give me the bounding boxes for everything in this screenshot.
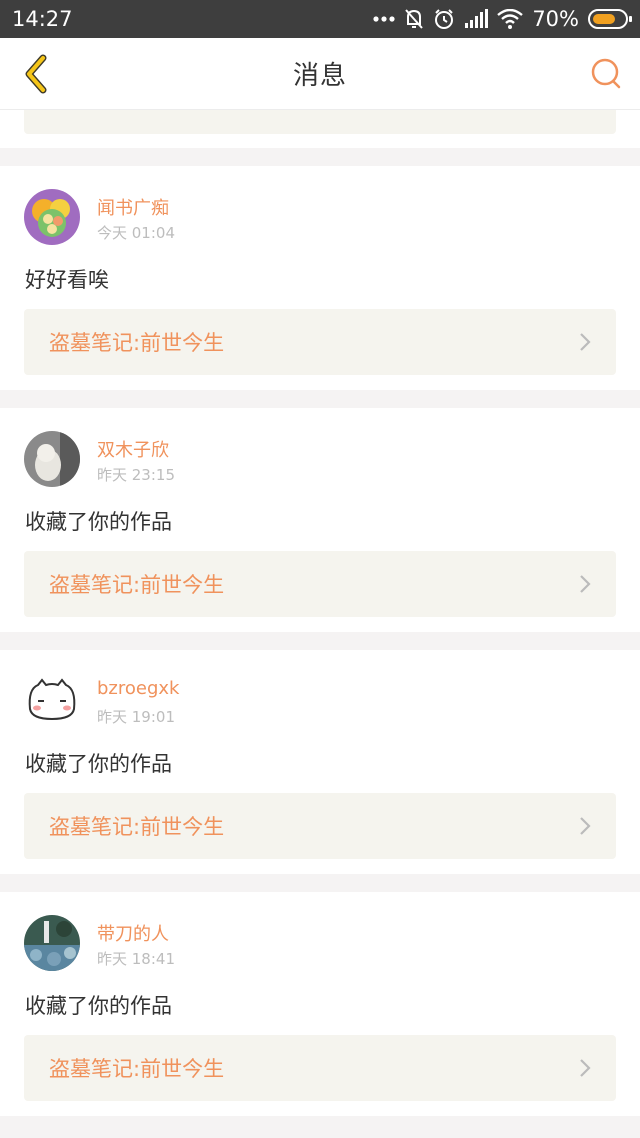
message-list[interactable]: 闻书广痴 今天 01:04 好好看唉 盗墓笔记:前世今生 双木子欣 昨天 23:… <box>0 110 640 1138</box>
battery-icon <box>588 9 632 29</box>
avatar[interactable] <box>24 189 80 245</box>
message-card: 双木子欣 昨天 23:15 收藏了你的作品 盗墓笔记:前世今生 <box>0 408 640 632</box>
username[interactable]: 双木子欣 <box>97 436 169 462</box>
status-icons: 70% <box>373 7 632 31</box>
message-text: 收藏了你的作品 <box>25 994 172 1018</box>
avatar[interactable] <box>24 673 80 729</box>
work-link[interactable]: 盗墓笔记:前世今生 <box>24 1035 616 1101</box>
message-card: 带刀的人 昨天 18:41 收藏了你的作品 盗墓笔记:前世今生 <box>0 892 640 1116</box>
username[interactable]: bzroegxk <box>97 678 179 699</box>
search-icon <box>591 58 621 89</box>
chevron-right-icon <box>580 333 591 351</box>
nav-bar: 消息 <box>0 38 640 110</box>
avatar[interactable] <box>24 915 80 971</box>
alarm-icon <box>433 8 455 30</box>
back-button[interactable] <box>14 52 58 96</box>
signal-icon <box>464 9 489 29</box>
status-time: 14:27 <box>12 7 73 31</box>
message-text: 好好看唉 <box>25 268 109 292</box>
work-title: 盗墓笔记:前世今生 <box>49 815 225 839</box>
message-text: 收藏了你的作品 <box>25 510 172 534</box>
message-time: 昨天 18:41 <box>97 950 175 968</box>
work-link[interactable]: 盗墓笔记:前世今生 <box>24 551 616 617</box>
message-card: 闻书广痴 今天 01:04 好好看唉 盗墓笔记:前世今生 <box>0 166 640 390</box>
work-title: 盗墓笔记:前世今生 <box>49 1057 225 1081</box>
chevron-right-icon <box>580 817 591 835</box>
back-chevron-icon <box>25 54 47 94</box>
battery-percent: 70% <box>532 7 579 31</box>
chevron-right-icon <box>580 575 591 593</box>
page-title: 消息 <box>292 61 347 91</box>
message-time: 昨天 23:15 <box>97 466 175 484</box>
avatar[interactable] <box>24 431 80 487</box>
bell-off-icon <box>404 8 424 30</box>
work-link-partial[interactable] <box>24 110 616 134</box>
work-link[interactable]: 盗墓笔记:前世今生 <box>24 793 616 859</box>
work-link[interactable]: 盗墓笔记:前世今生 <box>24 309 616 375</box>
message-text: 收藏了你的作品 <box>25 752 172 776</box>
work-title: 盗墓笔记:前世今生 <box>49 573 225 597</box>
message-card-partial <box>0 110 640 148</box>
work-title: 盗墓笔记:前世今生 <box>49 331 225 355</box>
message-card: bzroegxk 昨天 19:01 收藏了你的作品 盗墓笔记:前世今生 <box>0 650 640 874</box>
chevron-right-icon <box>580 1059 591 1077</box>
username[interactable]: 闻书广痴 <box>97 194 169 220</box>
search-button[interactable] <box>586 54 626 94</box>
status-bar: 14:27 70% <box>0 0 640 38</box>
wifi-icon <box>497 9 524 29</box>
message-time: 今天 01:04 <box>97 224 175 242</box>
message-time: 昨天 19:01 <box>97 708 175 726</box>
username[interactable]: 带刀的人 <box>97 920 169 946</box>
more-dots-icon <box>373 15 395 23</box>
